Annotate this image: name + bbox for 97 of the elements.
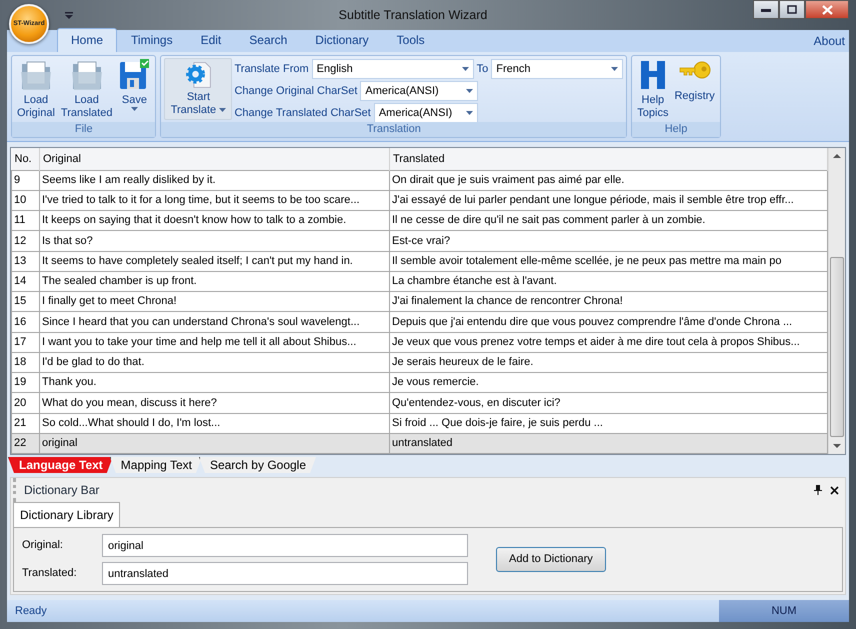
table-cell: Est-ce vrai? xyxy=(390,230,828,251)
quick-access-dropdown-icon[interactable] xyxy=(65,12,73,18)
group-label: Help xyxy=(632,122,720,137)
row-number-cell: 16 xyxy=(12,312,40,332)
dropdown-field[interactable]: America(ANSI) xyxy=(374,103,478,122)
table-cell: Qu'entendez-vous, en discuter ici? xyxy=(390,392,828,413)
dropdown-field[interactable]: America(ANSI) xyxy=(360,81,478,101)
dropdown-field[interactable]: English xyxy=(312,59,474,79)
close-icon[interactable] xyxy=(830,486,839,494)
maximize-button[interactable] xyxy=(779,0,805,19)
table-cell: I'd be glad to do that. xyxy=(40,352,390,372)
caret-icon xyxy=(466,88,474,93)
sheet-tab[interactable]: Language Text xyxy=(8,457,113,473)
group-label: Translation xyxy=(161,122,626,137)
table-cell: Il semble avoir totalement elle-même scellée, je ne peux pas mettre ma main po xyxy=(390,251,828,272)
table-cell: Il ne cesse de dire qu'il ne sait pas comment parler à un zombie. xyxy=(390,210,828,231)
column-header[interactable]: Original xyxy=(40,148,390,170)
table-cell: Je veux que vous prenez votre temps et aider à me dire tout cela à propos Shibus... xyxy=(390,332,828,352)
caret-icon xyxy=(462,66,469,71)
table-cell: Is that so? xyxy=(40,230,390,251)
floppy-disk-icon xyxy=(118,58,150,92)
table-cell: untranslated xyxy=(390,433,828,454)
ribbon-button[interactable]: Load Translated xyxy=(58,58,114,120)
table-cell: Je vous remercie. xyxy=(390,372,828,393)
table-cell: It seems to have completely sealed itself; I can't put my hand in. xyxy=(40,251,390,272)
row-number-cell: 12 xyxy=(12,230,40,251)
field-label: To xyxy=(476,62,488,77)
table-cell: Depuis que j'ai entendu dire que vous pouvez comprendre l'âme d'onde Chrona ... xyxy=(390,312,828,332)
row-number-cell: 17 xyxy=(12,332,40,352)
panel-title: Dictionary Bar xyxy=(24,482,100,499)
sheet-tab[interactable]: Mapping Text xyxy=(110,457,202,473)
table-cell: Thank you. xyxy=(40,372,390,393)
row-number-cell: 21 xyxy=(12,413,40,434)
ribbon-tab[interactable]: Timings xyxy=(117,28,187,52)
table-cell: Je serais heureux de le faire. xyxy=(390,352,828,372)
row-number-cell: 11 xyxy=(12,210,40,231)
ribbon-button[interactable]: Registry xyxy=(672,58,717,120)
num-lock-indicator: NUM xyxy=(719,600,849,622)
row-number-cell: 22 xyxy=(12,433,40,454)
row-number-cell: 10 xyxy=(12,190,40,210)
column-header[interactable]: Translated xyxy=(390,148,828,170)
ribbon-button[interactable]: Help Topics xyxy=(635,58,670,120)
add-to-dictionary-button[interactable]: Add to Dictionary xyxy=(496,547,606,572)
table-cell: What do you mean, discuss it here? xyxy=(40,392,390,413)
table-cell: Seems like I am really disliked by it. xyxy=(40,170,390,190)
close-button[interactable] xyxy=(805,0,849,19)
table-cell: Si froid ... Que dois-je faire, je suis perdu ... xyxy=(390,413,828,434)
ribbon-tab[interactable]: Home xyxy=(57,28,118,52)
field-label: Change Original CharSet xyxy=(234,84,358,99)
ribbon-button[interactable]: Load Original xyxy=(15,58,57,120)
dropdown-field[interactable]: French xyxy=(491,59,624,79)
table-cell: The sealed chamber is up front. xyxy=(40,271,390,292)
maximize-icon xyxy=(787,5,797,14)
ribbon-tab[interactable]: Dictionary xyxy=(301,28,383,52)
panel-tab[interactable]: Dictionary Library xyxy=(13,502,120,527)
minimize-icon xyxy=(761,8,771,12)
vertical-scrollbar[interactable] xyxy=(828,148,845,454)
about-link[interactable]: About xyxy=(814,32,845,50)
table-cell: So cold...What should I do, I'm lost... xyxy=(40,413,390,434)
table-cell: On dirait que je suis vraiment pas aimé par elle. xyxy=(390,170,828,190)
table-cell: I've tried to talk to it for a long time, but it seems to be too scare... xyxy=(40,190,390,210)
window-title: Subtitle Translation Wizard xyxy=(338,6,488,24)
table-cell: I finally get to meet Chrona! xyxy=(40,292,390,312)
ribbon-button[interactable]: Save xyxy=(116,58,152,120)
text-field[interactable]: untranslated xyxy=(102,562,468,585)
row-number-cell: 15 xyxy=(12,292,40,312)
status-text: Ready xyxy=(14,604,48,619)
row-number-cell: 18 xyxy=(12,352,40,372)
ribbon-tab[interactable]: Search xyxy=(235,28,302,52)
field-label: Translated: xyxy=(22,566,78,582)
close-icon xyxy=(822,4,832,14)
row-number-cell: 13 xyxy=(12,251,40,272)
group-label: File xyxy=(12,122,156,137)
table-cell: J'ai finalement la chance de rencontrer Chrona! xyxy=(390,292,828,312)
field-label: Translate From xyxy=(234,62,309,77)
table-cell: La chambre étanche est à l'avant. xyxy=(390,271,828,292)
minimize-button[interactable] xyxy=(753,0,779,19)
start-translate-button[interactable]: Start Translate xyxy=(164,58,232,120)
column-header[interactable]: No. xyxy=(12,148,40,170)
sheet-tab[interactable]: Search by Google xyxy=(198,457,316,473)
row-number-cell: 19 xyxy=(12,372,40,393)
table-cell: J'ai essayé de lui parler pendant une longue période, mais il semble être trop effr... xyxy=(390,190,828,210)
table-cell: It keeps on saying that it doesn't know how to talk to a zombie. xyxy=(40,210,390,231)
field-label: Original: xyxy=(22,538,64,554)
caret-icon xyxy=(466,110,473,115)
table-cell: Since I heard that you can understand Chrona's soul wavelengt... xyxy=(40,312,390,332)
table-cell: I want you to take your time and help me tell it all about Shibus... xyxy=(40,332,390,352)
row-number-cell: 20 xyxy=(12,392,40,413)
field-label: Change Translated CharSet xyxy=(234,106,371,121)
pin-icon[interactable] xyxy=(814,485,822,495)
ribbon-tab[interactable]: Tools xyxy=(382,28,439,52)
row-number-cell: 9 xyxy=(12,170,40,190)
text-field[interactable]: original xyxy=(102,534,468,557)
table-cell: original xyxy=(40,433,390,454)
row-number-cell: 14 xyxy=(12,271,40,292)
ribbon-tab[interactable]: Edit xyxy=(186,28,236,52)
caret-icon xyxy=(611,66,618,71)
